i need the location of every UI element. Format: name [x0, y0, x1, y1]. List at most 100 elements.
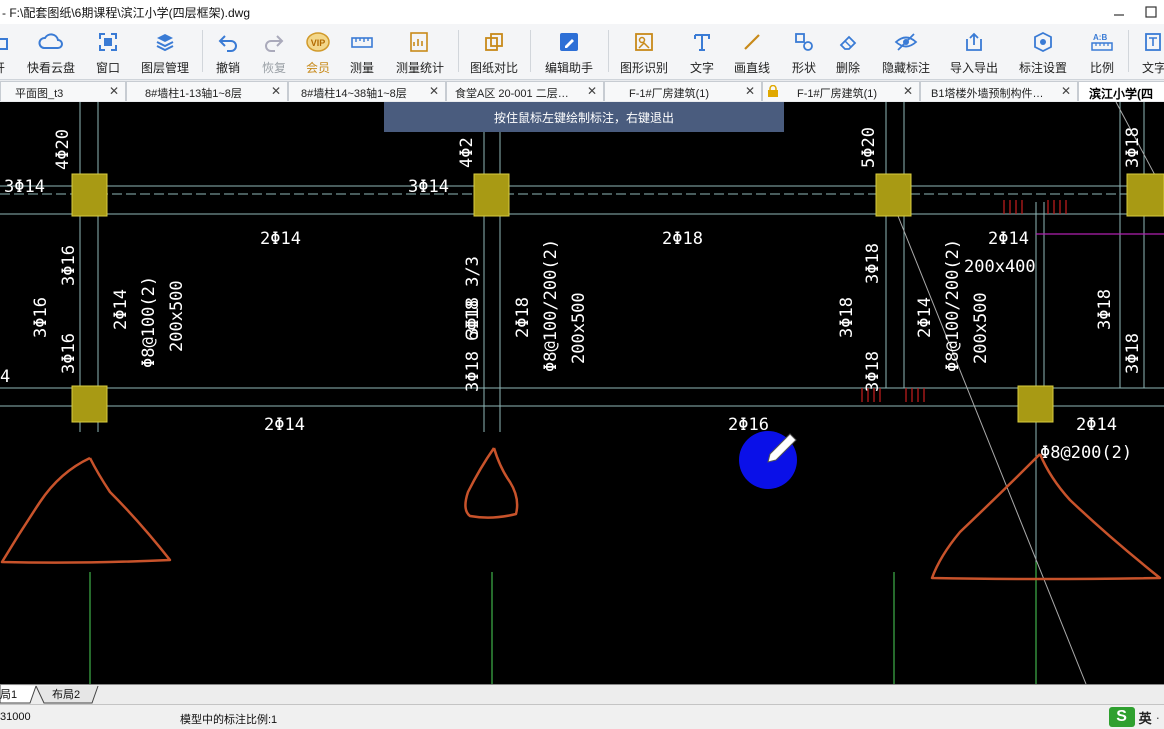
tab-doc-5[interactable]: F-1#厂房建筑(1) ✕: [604, 81, 762, 101]
edit-assistant-button[interactable]: 编辑助手: [538, 26, 600, 76]
close-icon[interactable]: ✕: [903, 84, 913, 98]
minimize-icon[interactable]: [1112, 5, 1126, 19]
main-toolbar: 开 快看云盘 窗口 图层管理 撤销 恢复 VIP 会员 测量 测量统计 图纸对比…: [0, 24, 1164, 80]
edit-assistant-label: 编辑助手: [544, 61, 593, 75]
layer-manage-button[interactable]: 图层管理: [136, 26, 194, 76]
redo-button[interactable]: 恢复: [256, 26, 292, 76]
draw-line-button[interactable]: 画直线: [730, 26, 774, 76]
hide-annotation-button[interactable]: 隐藏标注: [878, 26, 934, 76]
tab-label: B1塔楼外墙预制构件…: [931, 88, 1044, 100]
column: [71, 385, 108, 423]
rebar-label: 3Φ18: [837, 297, 857, 338]
close-icon[interactable]: ✕: [745, 84, 755, 98]
undo-label: 撤销: [215, 61, 240, 75]
scale-button[interactable]: A:B 比例: [1084, 26, 1120, 76]
close-icon[interactable]: ✕: [271, 84, 281, 98]
hide-annotation-label: 隐藏标注: [881, 61, 930, 75]
svg-text:VIP: VIP: [311, 38, 326, 48]
toolbar-separator: [608, 30, 609, 72]
shape-icon: [795, 33, 813, 51]
rebar-label: Φ8@100/200(2): [943, 239, 963, 372]
tab-doc-6[interactable]: F-1#厂房建筑(1) ✕: [762, 81, 920, 101]
rebar-label: 200x500: [971, 292, 991, 364]
undo-button[interactable]: 撤销: [210, 26, 246, 76]
open-button[interactable]: 开: [0, 26, 10, 76]
rebar-label: 4Φ2: [457, 137, 477, 168]
undo-icon: [218, 35, 237, 52]
toolbar-separator: [458, 30, 459, 72]
layout-tab-1[interactable]: 局1: [0, 686, 17, 704]
rebar-label: 5Φ20: [859, 127, 879, 168]
rebar-label: Φ8@200(2): [1040, 443, 1132, 463]
rebar-label: 2Φ18: [513, 297, 533, 338]
ime-more-icon: ·: [1155, 709, 1160, 725]
cloud-disk-button[interactable]: 快看云盘: [22, 26, 80, 76]
layer-manage-label: 图层管理: [140, 61, 189, 75]
close-icon[interactable]: ✕: [109, 84, 119, 98]
tab-doc-3[interactable]: 8#墙柱14~38轴1~8层 ✕: [288, 81, 446, 101]
close-icon[interactable]: ✕: [587, 84, 597, 98]
tab-label: F-1#厂房建筑(1): [629, 88, 710, 100]
text-search-button[interactable]: 文字: [1136, 26, 1164, 76]
import-export-icon: [966, 32, 982, 51]
tab-label: 滨江小学(四: [1089, 87, 1153, 101]
measure-stats-button[interactable]: 测量统计: [392, 26, 448, 76]
text-search-icon: [1145, 33, 1161, 51]
compare-label: 图纸对比: [469, 61, 518, 75]
scale-icon: A:B: [1091, 33, 1113, 51]
shape-recognize-button[interactable]: 图形识别: [616, 26, 672, 76]
open-label: 开: [0, 59, 5, 76]
shape-recognize-icon: [635, 33, 653, 51]
eraser-icon: [839, 35, 857, 50]
layout-tab-2[interactable]: 布局2: [52, 686, 80, 704]
close-icon[interactable]: ✕: [1061, 84, 1071, 98]
tab-doc-1[interactable]: 平面图_t3 ✕: [0, 81, 126, 101]
rebar-label: 3Φ18 6Φ18: [463, 300, 483, 392]
vip-button[interactable]: VIP 会员: [300, 26, 336, 76]
rebar-label: 3Φ16: [59, 245, 79, 286]
window-button[interactable]: 窗口: [88, 26, 128, 76]
sketch-triangle: [930, 453, 1162, 581]
compare-icon: [485, 33, 503, 51]
layers-icon: [156, 34, 174, 52]
tab-doc-4[interactable]: 食堂A区 20-001 二层… ✕: [446, 81, 604, 101]
ime-indicator[interactable]: S 英 ·: [1108, 707, 1160, 727]
red-marks: [1047, 200, 1067, 214]
measure-icon: [351, 37, 373, 48]
measure-button[interactable]: 测量: [344, 26, 380, 76]
rebar-label: 3Φ16: [59, 333, 79, 374]
delete-label: 删除: [835, 61, 860, 75]
rebar-label: 4: [0, 367, 10, 387]
title-bar: - F:\配套图纸\6期课程\滨江小学(四层框架).dwg: [0, 0, 1164, 25]
tab-label: 食堂A区 20-001 二层…: [455, 88, 569, 100]
drawing-canvas[interactable]: 4Φ20 4Φ2 5Φ20 3Φ18 3Φ14 3Φ14 2Φ14 2Φ18 2…: [0, 102, 1164, 684]
close-icon[interactable]: ✕: [429, 84, 439, 98]
maximize-icon[interactable]: [1144, 5, 1158, 19]
tab-label: 8#墙柱1-13轴1~8层: [145, 88, 242, 100]
coordinate-readout: 31000: [0, 711, 31, 723]
window-label: 窗口: [95, 61, 120, 75]
tab-doc-2[interactable]: 8#墙柱1-13轴1~8层 ✕: [126, 81, 288, 101]
column: [71, 173, 108, 217]
tab-doc-7[interactable]: B1塔楼外墙预制构件… ✕: [920, 81, 1078, 101]
cad-drawing[interactable]: 4Φ20 4Φ2 5Φ20 3Φ18 3Φ14 3Φ14 2Φ14 2Φ18 2…: [0, 102, 1164, 684]
text-button[interactable]: 文字: [684, 26, 720, 76]
tab-label: F-1#厂房建筑(1): [797, 88, 878, 100]
tab-doc-active[interactable]: 滨江小学(四: [1078, 81, 1164, 101]
status-bar: 31000 模型中的标注比例:1 S 英 ·: [0, 704, 1164, 729]
column: [1126, 173, 1164, 217]
delete-button[interactable]: 删除: [830, 26, 866, 76]
red-marks: [905, 388, 925, 402]
text-search-label: 文字: [1141, 61, 1164, 75]
rebar-label: 2Φ14: [111, 289, 131, 330]
rebar-label: 200x500: [569, 292, 589, 364]
ime-language-label: 英: [1138, 710, 1152, 726]
compare-button[interactable]: 图纸对比: [466, 26, 522, 76]
window-title: - F:\配套图纸\6期课程\滨江小学(四层框架).dwg: [2, 6, 251, 20]
sogou-icon: S: [1108, 707, 1135, 727]
annotation-settings-button[interactable]: 标注设置: [1014, 26, 1072, 76]
import-export-button[interactable]: 导入导出: [946, 26, 1002, 76]
rebar-label: 3Φ18: [1095, 289, 1115, 330]
shape-button[interactable]: 形状: [786, 26, 822, 76]
scale-label: 比例: [1089, 61, 1114, 75]
